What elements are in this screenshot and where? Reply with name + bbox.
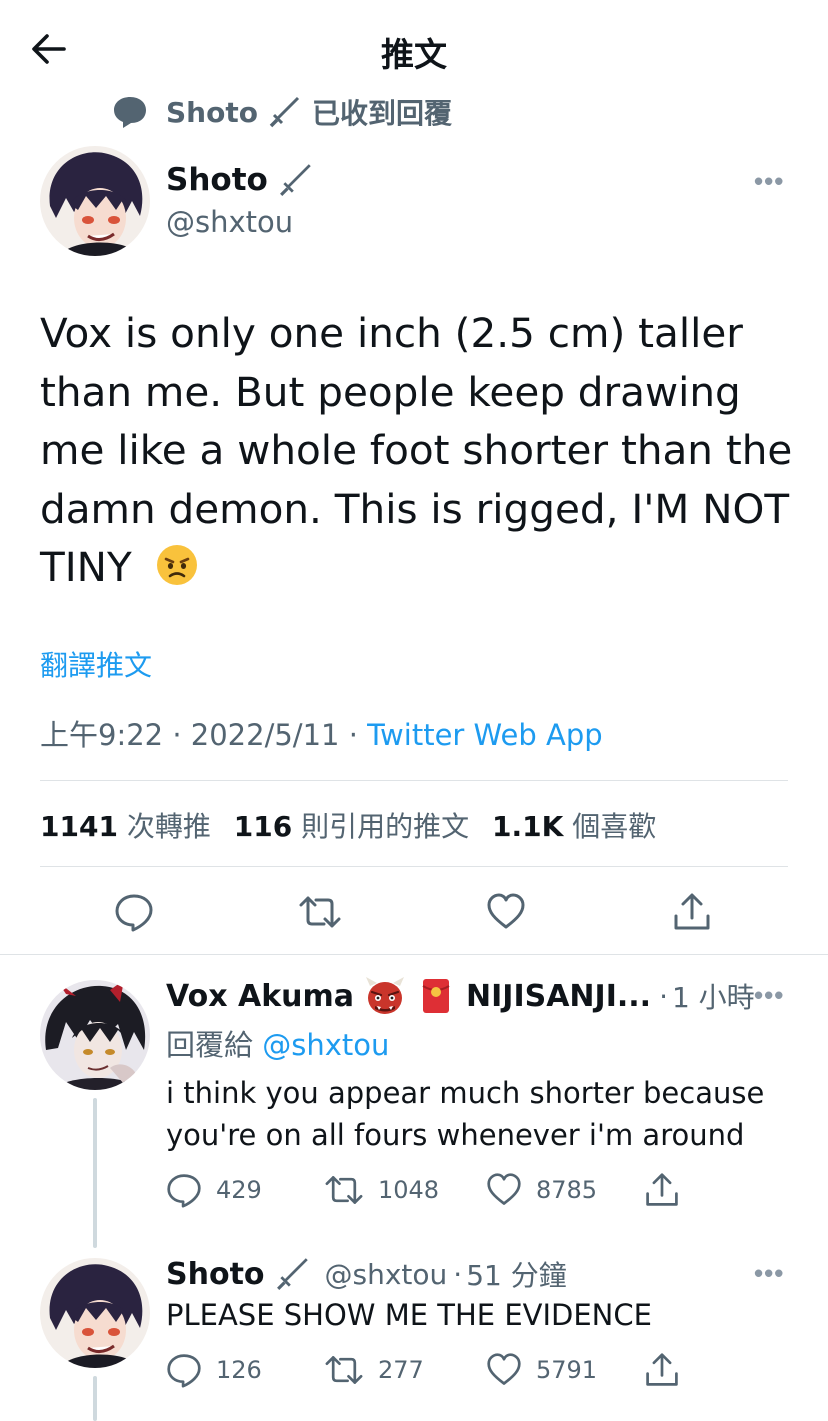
avatar[interactable] bbox=[40, 1258, 150, 1368]
like-icon bbox=[487, 1173, 521, 1205]
tweet-meta: 上午9:22 · 2022/5/11 · Twitter Web App bbox=[40, 712, 603, 754]
speech-bubble-icon bbox=[114, 97, 146, 128]
share-button[interactable] bbox=[644, 1172, 680, 1208]
avatar[interactable] bbox=[40, 146, 150, 256]
retweet-icon bbox=[325, 1356, 363, 1384]
author-handle[interactable]: @shxtou bbox=[166, 205, 293, 239]
reply-icon bbox=[167, 1174, 201, 1208]
author-line: Shoto bbox=[166, 162, 314, 198]
more-icon[interactable]: ••• bbox=[754, 166, 784, 197]
more-icon[interactable]: ••• bbox=[754, 980, 784, 1011]
retweet-button[interactable]: 277 bbox=[324, 1352, 424, 1388]
like-count: 8785 bbox=[536, 1176, 598, 1204]
avatar[interactable] bbox=[40, 980, 150, 1090]
reply-icon bbox=[115, 894, 153, 932]
reply-icon bbox=[167, 1354, 201, 1388]
red-envelope-emoji-icon bbox=[422, 979, 450, 1013]
reply-button[interactable]: 126 bbox=[166, 1352, 262, 1388]
reply-author-name[interactable]: Shoto bbox=[166, 1257, 265, 1292]
thread-line bbox=[93, 1098, 97, 1248]
meta-separator: · bbox=[348, 718, 368, 752]
like-button[interactable]: 8785 bbox=[486, 1172, 597, 1208]
reply-count: 429 bbox=[216, 1176, 262, 1204]
angry-face-emoji-icon bbox=[156, 545, 197, 585]
sword-icon bbox=[269, 96, 300, 128]
tweet-date: 2022/5/11 bbox=[190, 718, 340, 752]
divider bbox=[40, 866, 788, 867]
likes-stat[interactable]: 1.1K 個喜歡 bbox=[492, 810, 656, 843]
retweet-button[interactable] bbox=[298, 892, 342, 932]
reply-author-line: Shoto @shxtou · 51 分鐘 bbox=[166, 1254, 567, 1294]
reply-to-handle[interactable]: @shxtou bbox=[262, 1028, 389, 1062]
share-icon bbox=[646, 1173, 678, 1206]
tweet-text-content: Vox is only one inch (2.5 cm) taller tha… bbox=[40, 309, 793, 591]
thread-line bbox=[93, 1376, 97, 1421]
reply-author-line: Vox Akuma NIJISANJI... · 1 小時 bbox=[166, 976, 755, 1016]
like-icon bbox=[487, 893, 525, 929]
reply-button[interactable]: 429 bbox=[166, 1172, 262, 1208]
reply-time: 51 分鐘 bbox=[466, 1259, 567, 1292]
sword-icon bbox=[276, 1258, 308, 1290]
share-icon bbox=[646, 1353, 678, 1386]
meta-separator: · bbox=[453, 1257, 463, 1291]
retweets-stat[interactable]: 1141 次轉推 bbox=[40, 810, 211, 843]
reply-to-line: 回覆給 @shxtou bbox=[166, 1022, 389, 1064]
retweet-icon bbox=[299, 896, 341, 928]
tweet-text: Vox is only one inch (2.5 cm) taller tha… bbox=[40, 304, 800, 597]
meta-separator: · bbox=[172, 718, 191, 752]
tweet-time: 上午9:22 bbox=[40, 718, 164, 752]
sword-icon bbox=[279, 164, 311, 196]
reply-author-handle[interactable]: @shxtou bbox=[325, 1258, 448, 1291]
author-name[interactable]: Shoto bbox=[166, 162, 268, 198]
retweet-button[interactable]: 1048 bbox=[324, 1172, 439, 1208]
ogre-emoji-icon bbox=[366, 977, 405, 1014]
reply-author-name[interactable]: Vox Akuma bbox=[166, 979, 354, 1014]
meta-separator: · bbox=[659, 979, 668, 1013]
retweet-icon bbox=[325, 1176, 363, 1204]
share-button[interactable] bbox=[672, 892, 712, 932]
context-name: Shoto bbox=[166, 95, 258, 129]
tweet-stats: 1141 次轉推 116 則引用的推文 1.1K 個喜歡 bbox=[40, 805, 656, 845]
page-title: 推文 bbox=[381, 35, 447, 74]
reply-text: i think you appear much shorter because … bbox=[166, 1072, 764, 1156]
tweet-source[interactable]: Twitter Web App bbox=[367, 718, 603, 752]
retweet-count: 277 bbox=[378, 1356, 424, 1384]
retweet-count: 1048 bbox=[378, 1176, 440, 1204]
reply-author-suffix[interactable]: NIJISANJI... bbox=[466, 979, 651, 1014]
like-icon bbox=[487, 1353, 521, 1385]
like-count: 5791 bbox=[536, 1356, 598, 1384]
divider bbox=[40, 780, 788, 781]
share-icon bbox=[674, 893, 710, 930]
reply-text-line: i think you appear much shorter because bbox=[166, 1076, 765, 1110]
top-bar: 推文 bbox=[0, 0, 828, 96]
divider bbox=[0, 954, 828, 955]
reply-count: 126 bbox=[216, 1356, 262, 1384]
like-button[interactable]: 5791 bbox=[486, 1352, 597, 1388]
reply-text-line: you're on all fours whenever i'm around bbox=[166, 1118, 745, 1152]
context-label: 已收到回覆 bbox=[311, 97, 452, 130]
reply-button[interactable] bbox=[114, 892, 154, 932]
like-button[interactable] bbox=[486, 892, 526, 932]
quotes-stat[interactable]: 116 則引用的推文 bbox=[234, 810, 469, 843]
reply-time: 1 小時 bbox=[671, 981, 755, 1014]
reply-text: PLEASE SHOW ME THE EVIDENCE bbox=[166, 1298, 652, 1332]
reply-context: Shoto 已收到回覆 bbox=[112, 92, 452, 132]
translate-link[interactable]: 翻譯推文 bbox=[40, 644, 152, 684]
share-button[interactable] bbox=[644, 1352, 680, 1388]
more-icon[interactable]: ••• bbox=[754, 1258, 784, 1289]
reply-to-label: 回覆給 bbox=[166, 1028, 254, 1062]
